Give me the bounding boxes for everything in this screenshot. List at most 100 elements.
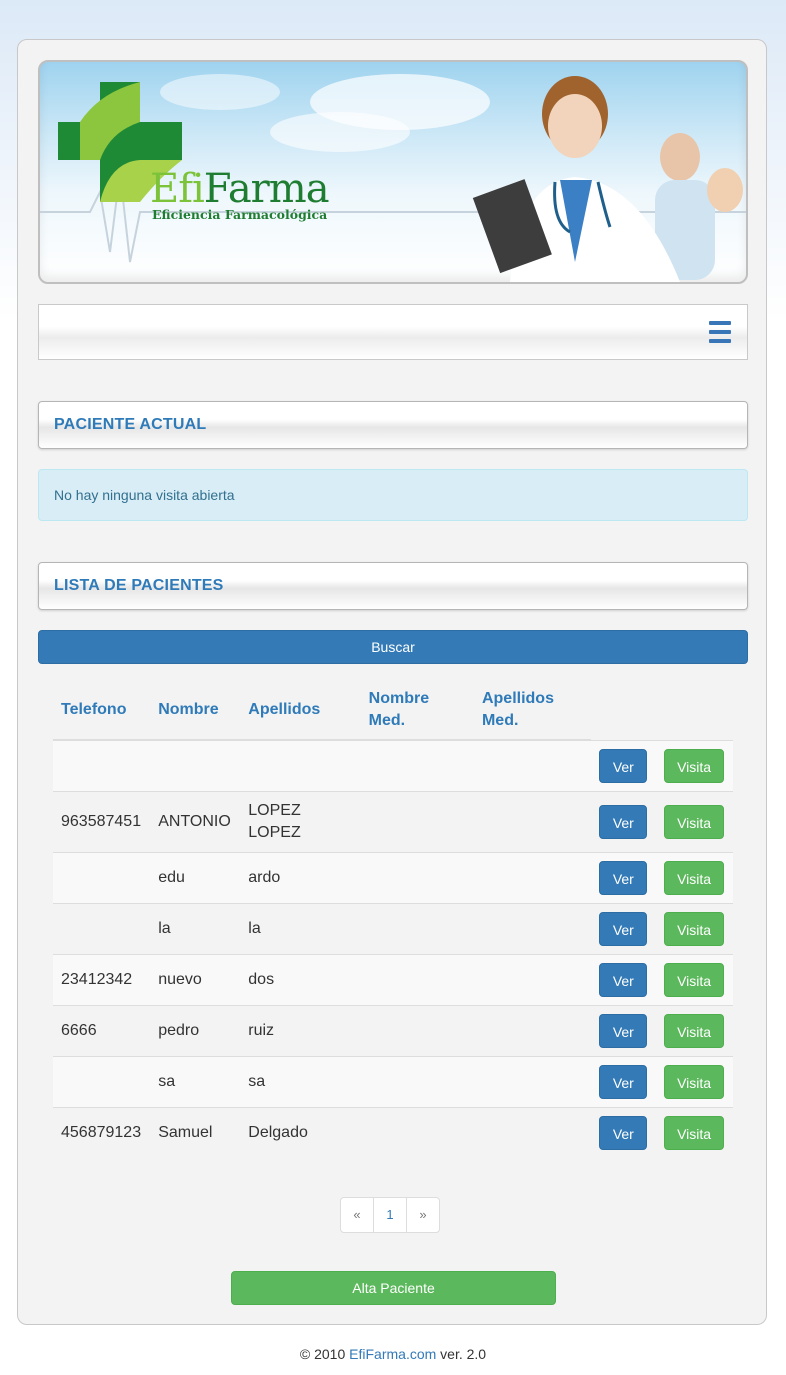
current-patient-header: PACIENTE ACTUAL — [38, 401, 748, 449]
pagination-next[interactable]: » — [407, 1198, 439, 1232]
cell-ver: Ver — [591, 1106, 657, 1158]
search-button[interactable]: Buscar — [38, 630, 748, 664]
cell-apellidos-med — [473, 851, 592, 903]
cell-visita: Visita — [656, 1106, 733, 1158]
cell-visita: Visita — [656, 851, 733, 903]
cell-visita: Visita — [656, 1004, 733, 1056]
cell-ver: Ver — [591, 790, 657, 852]
cell-nombre: nuevo — [150, 953, 241, 1005]
start-visit-button[interactable]: Visita — [664, 911, 725, 946]
logo-efi-text: Efi — [150, 166, 205, 212]
cell-visita: Visita — [656, 739, 733, 791]
view-patient-button[interactable]: Ver — [599, 911, 648, 946]
cell-nombre-med — [360, 1106, 474, 1158]
table-row: 6666 pedro ruiz Ver Visita — [53, 1004, 733, 1056]
view-patient-button[interactable]: Ver — [599, 1115, 648, 1150]
cell-visita: Visita — [656, 953, 733, 1005]
cell-nombre: sa — [150, 1055, 241, 1107]
cell-nombre — [150, 739, 241, 791]
start-visit-button[interactable]: Visita — [664, 860, 725, 895]
cell-apellidos: ruiz — [240, 1004, 361, 1056]
cell-apellidos-med — [473, 1106, 592, 1158]
cell-visita: Visita — [656, 902, 733, 954]
cell-telefono — [53, 1055, 151, 1107]
cell-ver: Ver — [591, 953, 657, 1005]
cell-ver: Ver — [591, 902, 657, 954]
cell-nombre-med — [360, 1004, 474, 1056]
footer-copyright: © 2010 — [299, 1346, 350, 1362]
pagination: « 1 » — [340, 1197, 440, 1233]
cell-telefono — [53, 739, 151, 791]
column-header-actions-ver — [591, 680, 656, 740]
hamburger-menu-icon[interactable] — [709, 321, 731, 343]
cell-nombre: ANTONIO — [150, 790, 241, 852]
cell-apellidos: sa — [240, 1055, 361, 1107]
patient-list-header: LISTA DE PACIENTES — [38, 562, 748, 610]
start-visit-button[interactable]: Visita — [664, 1013, 725, 1048]
cell-nombre-med — [360, 902, 474, 954]
view-patient-button[interactable]: Ver — [599, 748, 648, 783]
cell-ver: Ver — [591, 739, 657, 791]
cell-apellidos-med — [473, 902, 592, 954]
cell-telefono: 456879123 — [53, 1106, 151, 1158]
current-patient-title: PACIENTE ACTUAL — [54, 416, 207, 433]
cell-nombre-med — [360, 739, 474, 791]
table-header-row: Telefono Nombre Apellidos Nombre Med. Ap… — [53, 680, 733, 741]
start-visit-button[interactable]: Visita — [664, 962, 725, 997]
banner-illustration — [40, 74, 746, 282]
cell-visita: Visita — [656, 790, 733, 852]
footer-link[interactable]: EfiFarma.com — [349, 1346, 436, 1362]
start-visit-button[interactable]: Visita — [664, 1064, 725, 1099]
cell-apellidos: ardo — [240, 851, 361, 903]
view-patient-button[interactable]: Ver — [599, 1013, 648, 1048]
cell-telefono: 6666 — [53, 1004, 151, 1056]
table-row: edu ardo Ver Visita — [53, 851, 733, 903]
cell-apellidos-med — [473, 1055, 592, 1107]
cell-apellidos: la — [240, 902, 361, 954]
start-visit-button[interactable]: Visita — [664, 804, 725, 839]
column-header-nombre-med[interactable]: Nombre Med. — [360, 680, 474, 741]
cell-telefono — [53, 851, 151, 903]
view-patient-button[interactable]: Ver — [599, 962, 648, 997]
add-patient-button[interactable]: Alta Paciente — [231, 1271, 556, 1305]
table-row: la la Ver Visita — [53, 902, 733, 954]
cell-nombre: edu — [150, 851, 241, 903]
cell-telefono — [53, 902, 151, 954]
view-patient-button[interactable]: Ver — [599, 1064, 648, 1099]
view-patient-button[interactable]: Ver — [599, 860, 648, 895]
cell-nombre-med — [360, 1055, 474, 1107]
start-visit-button[interactable]: Visita — [664, 1115, 725, 1150]
logo-wordmark: EfiFarma — [150, 166, 330, 212]
cell-telefono: 23412342 — [53, 953, 151, 1005]
cell-apellidos-med — [473, 953, 592, 1005]
start-visit-button[interactable]: Visita — [664, 748, 725, 783]
view-patient-button[interactable]: Ver — [599, 804, 648, 839]
footer-version: ver. 2.0 — [436, 1346, 487, 1362]
table-row: 23412342 nuevo dos Ver Visita — [53, 953, 733, 1005]
cell-nombre-med — [360, 790, 474, 852]
cell-visita: Visita — [656, 1055, 733, 1107]
column-header-apellidos-med[interactable]: Apellidos Med. — [473, 680, 592, 741]
table-row: sa sa Ver Visita — [53, 1055, 733, 1107]
pagination-page-1[interactable]: 1 — [374, 1198, 407, 1232]
table-row: 963587451 ANTONIO LOPEZ LOPEZ Ver Visita — [53, 790, 733, 852]
main-container: EfiFarma Eficiencia Farmacológica PACIEN… — [17, 39, 767, 1325]
cell-apellidos-med — [473, 1004, 592, 1056]
cell-nombre-med — [360, 851, 474, 903]
no-open-visit-alert: No hay ninguna visita abierta — [38, 469, 748, 521]
patients-table-body: Ver Visita 963587451 ANTONIO LOPEZ LOPEZ Ver V… — [53, 739, 733, 1158]
column-header-apellidos[interactable]: Apellidos — [240, 680, 361, 741]
cell-apellidos-med — [473, 790, 592, 852]
cell-telefono: 963587451 — [53, 790, 151, 852]
cell-apellidos: dos — [240, 953, 361, 1005]
navbar — [38, 304, 748, 360]
table-row: 456879123 Samuel Delgado Ver Visita — [53, 1106, 733, 1158]
column-header-nombre[interactable]: Nombre — [150, 680, 241, 741]
pagination-prev[interactable]: « — [341, 1198, 374, 1232]
cell-apellidos — [240, 739, 361, 791]
cell-nombre-med — [360, 953, 474, 1005]
footer: © 2010 EfiFarma.com ver. 2.0 — [0, 1346, 786, 1362]
patients-table: Telefono Nombre Apellidos Nombre Med. Ap… — [53, 680, 733, 1158]
cell-nombre: Samuel — [150, 1106, 241, 1158]
column-header-telefono[interactable]: Telefono — [53, 680, 151, 741]
